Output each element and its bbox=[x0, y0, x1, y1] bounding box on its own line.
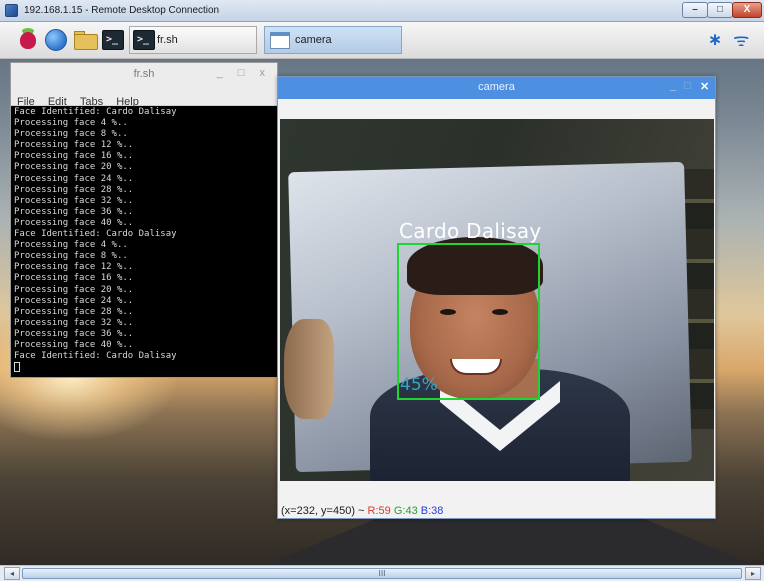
terminal-icon: >_ bbox=[133, 30, 155, 50]
camera-close-button[interactable]: ✕ bbox=[700, 80, 709, 93]
raspberry-menu-button[interactable] bbox=[17, 28, 39, 52]
terminal-line: Processing face 36 %.. bbox=[14, 328, 134, 339]
terminal-titlebar[interactable]: fr.sh _ □ x bbox=[11, 63, 277, 87]
terminal-line: Processing face 32 %.. bbox=[14, 317, 134, 328]
file-manager-launcher[interactable] bbox=[72, 28, 100, 52]
terminal-line: Processing face 28 %.. bbox=[14, 184, 134, 195]
face-detection-label: Cardo Dalisay bbox=[399, 219, 542, 243]
taskbar-item-camera[interactable]: camera bbox=[264, 26, 402, 54]
folder-icon bbox=[74, 34, 98, 50]
scroll-left-arrow-icon[interactable]: ◂ bbox=[4, 567, 20, 580]
terminal-cursor bbox=[14, 362, 20, 373]
status-green-value: G:43 bbox=[393, 505, 418, 517]
wifi-icon[interactable]: ᯤ bbox=[733, 28, 755, 51]
terminal-line: Processing face 4 %.. bbox=[14, 240, 128, 251]
terminal-line: Processing face 16 %.. bbox=[14, 151, 134, 162]
taskbar-item-label: fr.sh bbox=[157, 34, 178, 46]
terminal-line: Processing face 8 %.. bbox=[14, 251, 128, 262]
terminal-icon: >_ bbox=[102, 30, 124, 50]
terminal-line: Processing face 20 %.. bbox=[14, 162, 134, 173]
globe-icon bbox=[45, 29, 67, 51]
terminal-menubar: File Edit Tabs Help bbox=[11, 87, 277, 108]
scroll-right-arrow-icon[interactable]: ▸ bbox=[745, 567, 761, 580]
status-blue-value: B:38 bbox=[420, 505, 444, 517]
terminal-line: Processing face 32 %.. bbox=[14, 195, 134, 206]
camera-minimize-button[interactable]: _ bbox=[670, 80, 676, 92]
terminal-line: Face Identified: Cardo Dalisay bbox=[14, 107, 177, 117]
terminal-line: Face Identified: Cardo Dalisay bbox=[14, 351, 177, 362]
terminal-line: Processing face 28 %.. bbox=[14, 306, 134, 317]
terminal-output[interactable]: Face Identified: Cardo Dalisay Processin… bbox=[14, 107, 276, 377]
scroll-thumb[interactable]: III bbox=[22, 568, 742, 579]
rdp-titlebar: 192.168.1.15 - Remote Desktop Connection… bbox=[0, 0, 764, 22]
terminal-launcher[interactable]: >_ bbox=[102, 28, 126, 52]
face-confidence-label: 45% bbox=[400, 375, 438, 395]
terminal-line: Processing face 40 %.. bbox=[14, 339, 134, 350]
camera-window: camera _ □ ✕ Cardo Dalisay 45% (x=232, y… bbox=[277, 76, 716, 519]
terminal-line: Processing face 12 %.. bbox=[14, 262, 134, 273]
terminal-line: Processing face 24 %.. bbox=[14, 295, 134, 306]
remote-desktop-icon bbox=[5, 4, 18, 17]
terminal-line: Processing face 20 %.. bbox=[14, 284, 134, 295]
camera-status-bar: (x=232, y=450) ~ R:59 G:43 B:38 bbox=[280, 505, 714, 519]
rdp-maximize-button[interactable]: □ bbox=[707, 2, 733, 18]
taskbar-panel: >_ >_ fr.sh camera ∗ ᯤ bbox=[0, 22, 764, 59]
horizontal-scrollbar[interactable]: ◂ III ▸ bbox=[0, 565, 764, 581]
status-red-value: R:59 bbox=[367, 505, 391, 517]
bluetooth-icon[interactable]: ∗ bbox=[708, 30, 722, 50]
camera-maximize-button[interactable]: □ bbox=[684, 80, 691, 92]
terminal-line: Face Identified: Cardo Dalisay bbox=[14, 229, 177, 240]
terminal-window-controls[interactable]: _ □ x bbox=[217, 67, 271, 79]
terminal-window: fr.sh _ □ x File Edit Tabs Help Face Ide… bbox=[10, 62, 278, 378]
taskbar-item-label: camera bbox=[295, 34, 332, 46]
camera-window-icon bbox=[270, 32, 290, 49]
desktop: >_ >_ fr.sh camera ∗ ᯤ fr.sh _ □ x File … bbox=[0, 22, 764, 565]
raspberry-icon bbox=[20, 32, 36, 49]
rdp-window-title: 192.168.1.15 - Remote Desktop Connection bbox=[24, 5, 220, 16]
hand bbox=[284, 319, 334, 419]
terminal-line: Processing face 24 %.. bbox=[14, 173, 134, 184]
rdp-close-button[interactable]: X bbox=[732, 2, 762, 18]
terminal-line: Processing face 4 %.. bbox=[14, 118, 128, 129]
camera-feed[interactable]: Cardo Dalisay 45% bbox=[280, 119, 714, 481]
terminal-line: Processing face 8 %.. bbox=[14, 129, 128, 140]
camera-title: camera bbox=[478, 81, 515, 93]
terminal-line: Processing face 12 %.. bbox=[14, 140, 134, 151]
terminal-line: Processing face 36 %.. bbox=[14, 206, 134, 217]
status-coords: (x=232, y=450) ~ bbox=[281, 505, 365, 517]
terminal-cursor-line bbox=[14, 362, 276, 375]
terminal-line: Processing face 40 %.. bbox=[14, 217, 134, 228]
terminal-line: Processing face 16 %.. bbox=[14, 273, 134, 284]
camera-titlebar[interactable]: camera _ □ ✕ bbox=[278, 77, 715, 99]
rdp-minimize-button[interactable]: – bbox=[682, 2, 708, 18]
web-browser-launcher[interactable] bbox=[43, 28, 69, 52]
taskbar-item-frsh[interactable]: >_ fr.sh bbox=[129, 26, 257, 54]
